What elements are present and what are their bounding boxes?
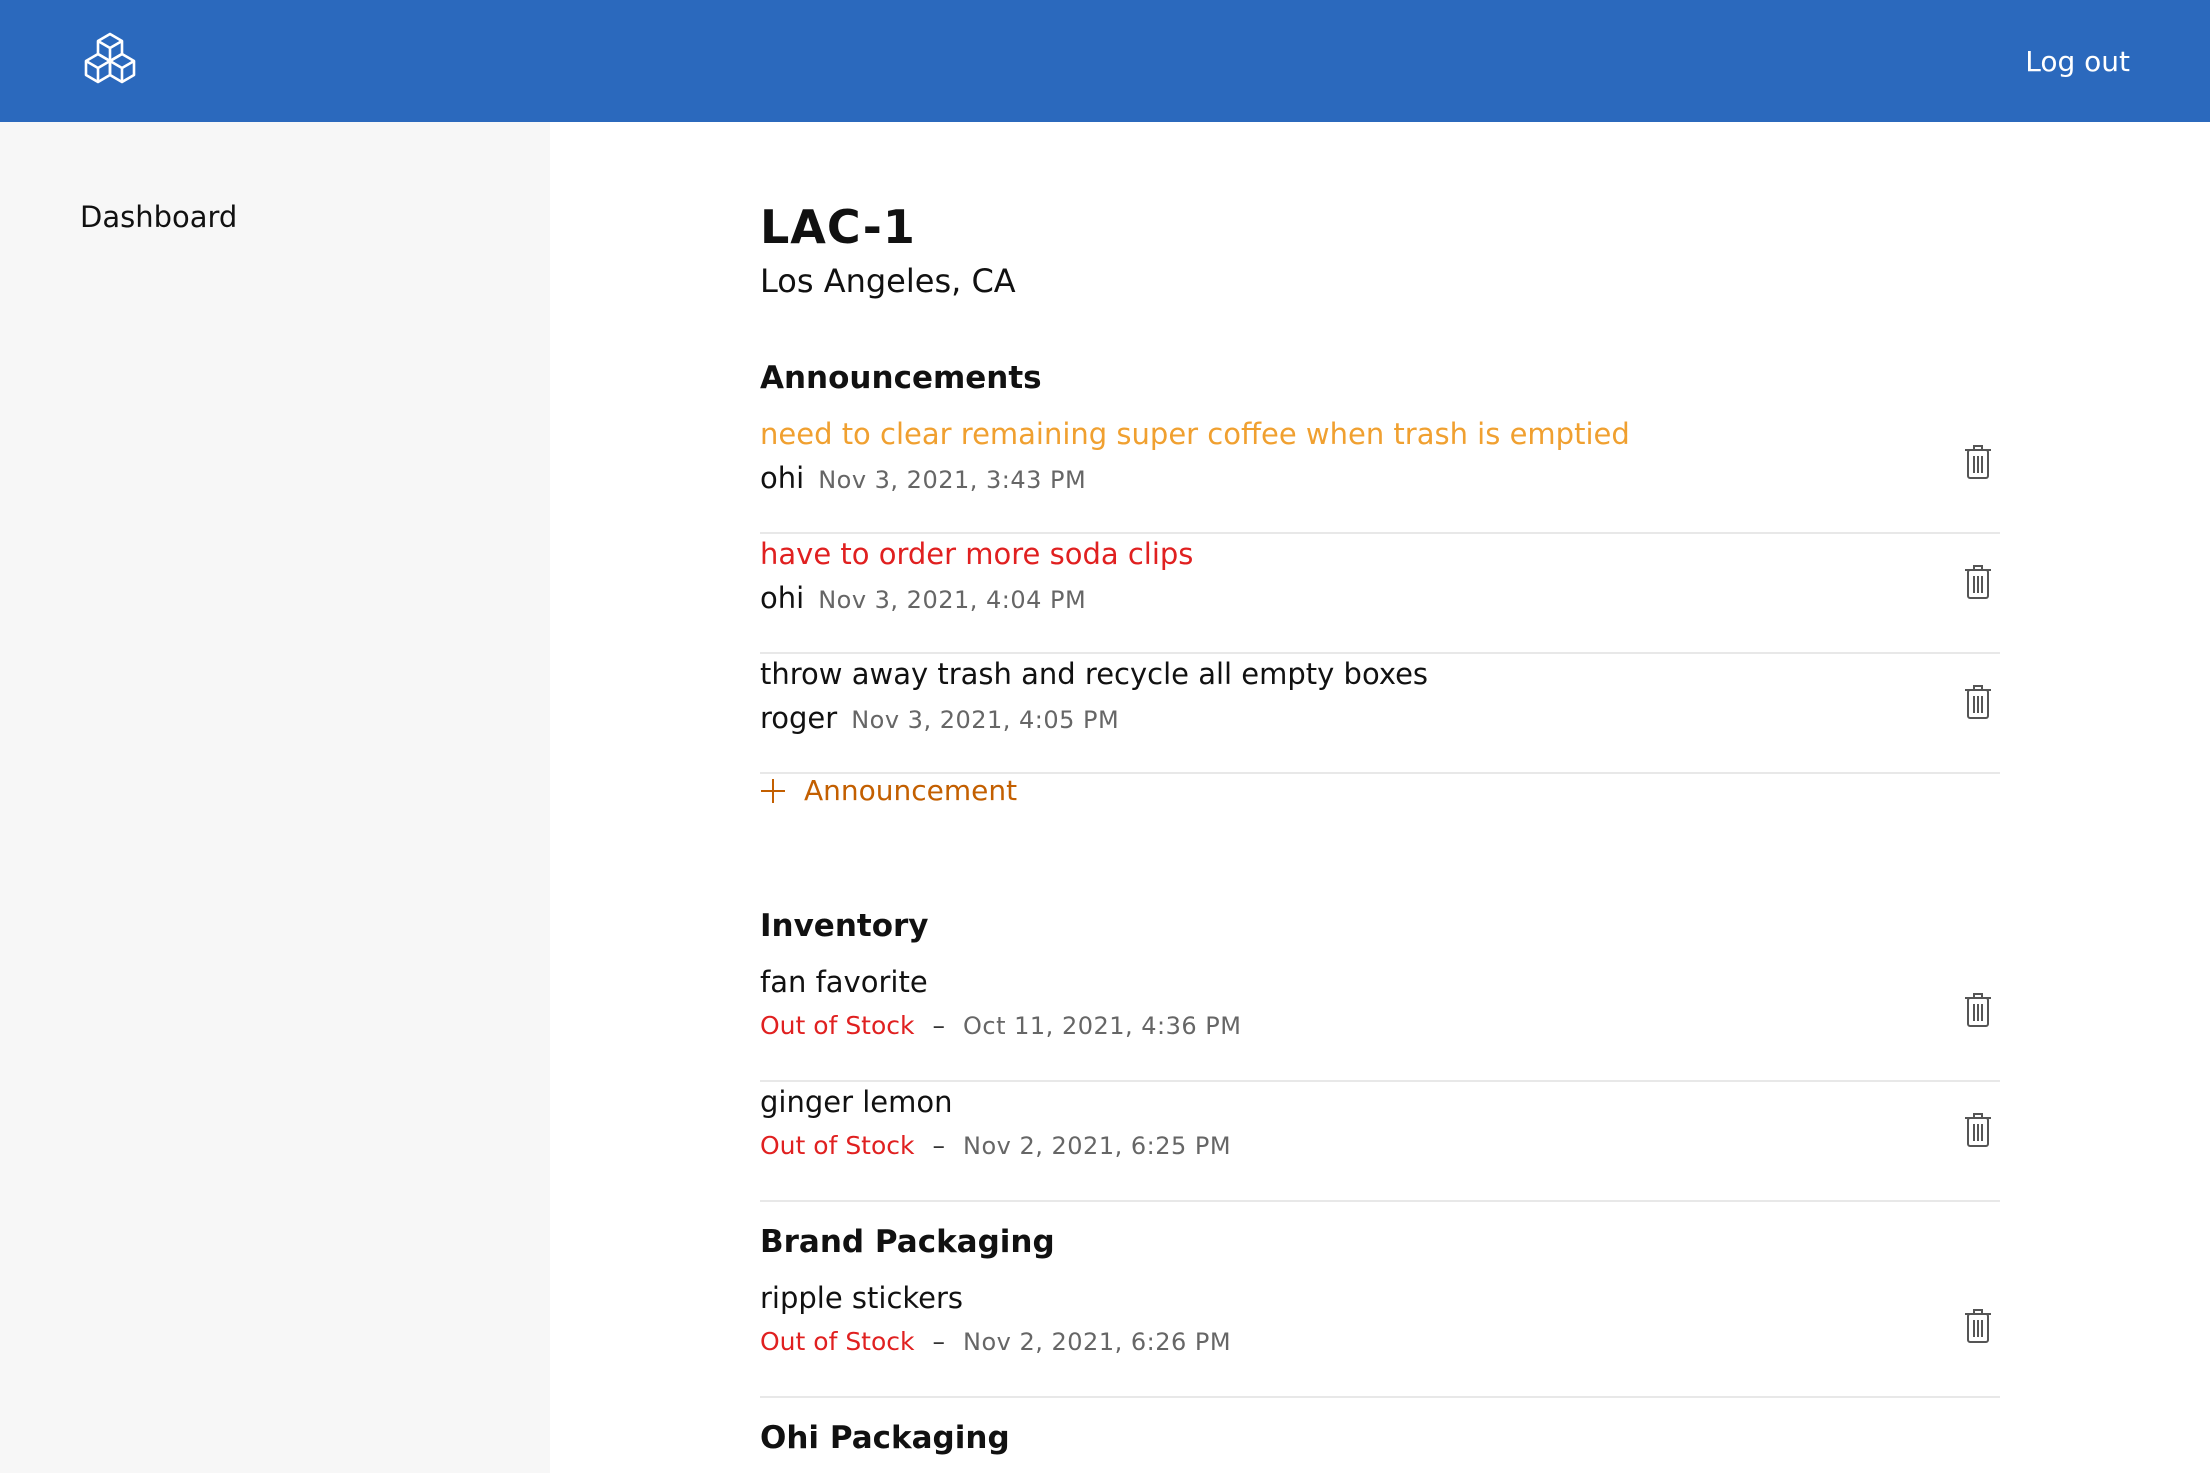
- separator: –: [932, 1327, 946, 1356]
- announcement-row: need to clear remaining super coffee whe…: [760, 414, 2000, 534]
- announcement-text: have to order more soda clips: [760, 537, 1194, 571]
- plus-icon: [761, 778, 785, 803]
- packaging-row: ripple stickers Out of Stock – Nov 2, 2021…: [760, 1278, 2000, 1398]
- trash-icon[interactable]: [1964, 444, 1992, 480]
- announcement-meta: roger Nov 3, 2021, 4:05 PM: [760, 698, 1119, 740]
- inventory-item-meta: Out of Stock – Nov 2, 2021, 6:25 PM: [760, 1126, 1231, 1166]
- logout-button[interactable]: Log out: [2025, 44, 2130, 80]
- brand-packaging-heading: Brand Packaging: [760, 1224, 1055, 1260]
- separator: –: [932, 1131, 946, 1160]
- packaging-item-name: ripple stickers: [760, 1281, 964, 1315]
- trash-icon[interactable]: [1964, 1112, 1992, 1148]
- announcement-author: ohi: [760, 461, 805, 495]
- add-announcement-button[interactable]: Announcement: [760, 774, 1017, 807]
- stock-status: Out of Stock: [760, 1131, 915, 1160]
- announcement-meta: ohi Nov 3, 2021, 3:43 PM: [760, 458, 1086, 500]
- sidebar-item-dashboard[interactable]: Dashboard: [80, 200, 237, 234]
- trash-icon[interactable]: [1964, 1308, 1992, 1344]
- announcement-timestamp: Nov 3, 2021, 4:05 PM: [851, 706, 1120, 734]
- inventory-timestamp: Oct 11, 2021, 4:36 PM: [963, 1012, 1242, 1040]
- announcement-row: have to order more soda clips ohi Nov 3, …: [760, 534, 2000, 654]
- cubes-logo-icon[interactable]: [78, 32, 142, 92]
- announcement-text: need to clear remaining super coffee whe…: [760, 417, 1630, 451]
- inventory-heading: Inventory: [760, 908, 929, 944]
- announcement-timestamp: Nov 3, 2021, 4:04 PM: [818, 586, 1087, 614]
- inventory-row: ginger lemon Out of Stock – Nov 2, 2021, 6…: [760, 1082, 2000, 1202]
- packaging-item-meta: Out of Stock – Nov 2, 2021, 6:26 PM: [760, 1322, 1231, 1362]
- ohi-packaging-heading: Ohi Packaging: [760, 1420, 1010, 1456]
- trash-icon[interactable]: [1964, 992, 1992, 1028]
- trash-icon[interactable]: [1964, 564, 1992, 600]
- inventory-item-name: ginger lemon: [760, 1085, 953, 1119]
- sidebar: Dashboard: [0, 122, 550, 1473]
- inventory-row: fan favorite Out of Stock – Oct 11, 2021, …: [760, 962, 2000, 1082]
- add-announcement-label: Announcement: [804, 774, 1018, 807]
- announcement-author: roger: [760, 701, 838, 735]
- stock-status: Out of Stock: [760, 1327, 915, 1356]
- inventory-item-name: fan favorite: [760, 965, 928, 999]
- page-title: LAC-1: [760, 200, 916, 254]
- packaging-timestamp: Nov 2, 2021, 6:26 PM: [963, 1328, 1232, 1356]
- stock-status: Out of Stock: [760, 1011, 915, 1040]
- inventory-timestamp: Nov 2, 2021, 6:25 PM: [963, 1132, 1232, 1160]
- separator: –: [932, 1011, 946, 1040]
- page-subtitle: Los Angeles, CA: [760, 262, 1016, 300]
- announcement-meta: ohi Nov 3, 2021, 4:04 PM: [760, 578, 1086, 620]
- announcement-text: throw away trash and recycle all empty b…: [760, 657, 1429, 691]
- top-bar: Log out: [0, 0, 2210, 122]
- announcement-timestamp: Nov 3, 2021, 3:43 PM: [818, 466, 1087, 494]
- trash-icon[interactable]: [1964, 684, 1992, 720]
- announcement-author: ohi: [760, 581, 805, 615]
- announcements-heading: Announcements: [760, 360, 1042, 396]
- announcement-row: throw away trash and recycle all empty b…: [760, 654, 2000, 774]
- inventory-item-meta: Out of Stock – Oct 11, 2021, 4:36 PM: [760, 1006, 1241, 1046]
